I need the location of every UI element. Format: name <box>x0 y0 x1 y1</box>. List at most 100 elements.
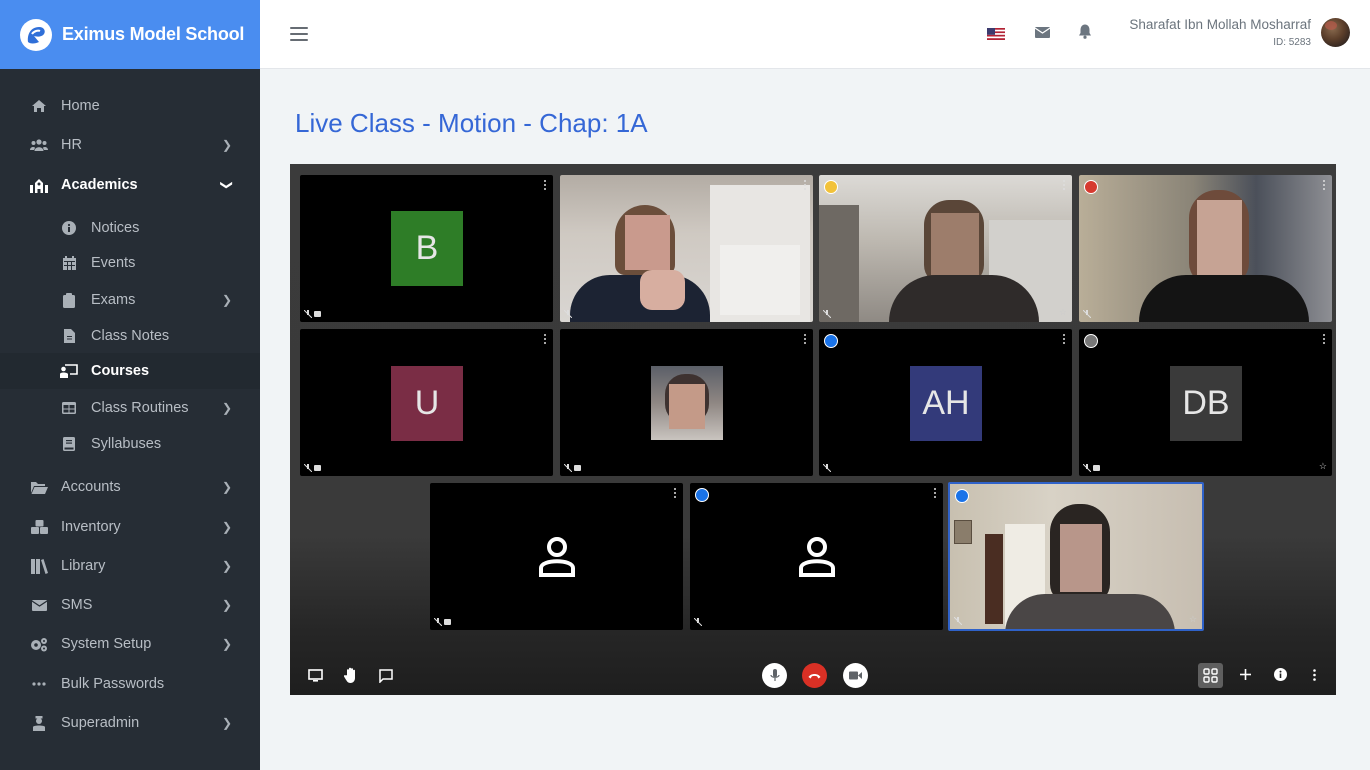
participant-tile[interactable]: U <box>300 329 553 476</box>
participant-video <box>560 175 813 322</box>
speaking-indicator-icon <box>824 334 838 348</box>
table-icon <box>60 400 78 416</box>
camera-off-icon <box>314 465 321 471</box>
add-participant-button[interactable] <box>1238 667 1253 682</box>
sidebar-item-system-setup[interactable]: System Setup ❯ <box>0 626 260 662</box>
microphone-icon <box>769 669 780 681</box>
more-vertical-icon <box>1312 668 1316 681</box>
more-options-icon[interactable] <box>674 488 677 498</box>
sidebar-item-exams[interactable]: Exams ❯ <box>0 282 260 318</box>
sidebar-item-label: Courses <box>91 363 150 379</box>
users-icon <box>30 137 48 153</box>
more-options-icon[interactable] <box>1063 180 1066 190</box>
sidebar-item-label: HR <box>61 137 82 153</box>
hang-up-button[interactable] <box>802 663 827 688</box>
participant-initials: U <box>391 366 463 441</box>
participant-video <box>819 175 1072 322</box>
more-options-button[interactable] <box>1309 667 1319 682</box>
participant-photo <box>651 366 723 440</box>
user-name[interactable]: Sharafat Ibn Mollah Mosharraf <box>1129 17 1311 32</box>
chevron-right-icon: ❯ <box>222 598 233 612</box>
mic-off-icon <box>823 464 831 472</box>
sidebar-item-label: Exams <box>91 292 136 308</box>
sidebar-item-accounts[interactable]: Accounts ❯ <box>0 469 260 505</box>
sidebar-item-label: System Setup <box>61 636 152 652</box>
menu-toggle-button[interactable] <box>290 27 308 41</box>
participant-tile[interactable] <box>560 329 813 476</box>
sidebar-item-home[interactable]: Home <box>0 88 260 124</box>
pin-icon[interactable]: ☆ <box>1059 307 1067 318</box>
sidebar-item-courses[interactable]: Courses <box>0 353 260 389</box>
envelope-icon <box>1034 27 1051 38</box>
calendar-icon <box>60 255 78 271</box>
pin-icon[interactable]: ☆ <box>1319 461 1327 472</box>
camera-off-icon <box>314 311 321 317</box>
chevron-right-icon: ❯ <box>222 716 233 730</box>
present-screen-button[interactable] <box>307 667 324 684</box>
sidebar-item-academics[interactable]: Academics ❯ <box>0 167 260 203</box>
sidebar-item-class-notes[interactable]: Class Notes <box>0 318 260 354</box>
messages-button[interactable] <box>1034 24 1053 42</box>
sidebar-item-superadmin[interactable]: Superadmin ❯ <box>0 705 260 741</box>
brand-header[interactable]: Eximus Model School <box>0 0 260 69</box>
more-options-icon[interactable] <box>934 488 937 498</box>
chat-button[interactable] <box>377 667 394 684</box>
participant-tile[interactable]: DB ☆ <box>1079 329 1332 476</box>
person-icon <box>798 536 835 577</box>
participant-tile-active-speaker[interactable]: ☆ <box>948 482 1204 631</box>
boxes-icon <box>30 519 48 535</box>
mic-off-icon <box>954 617 962 625</box>
participant-tile[interactable]: B <box>300 175 553 322</box>
sidebar-item-sms[interactable]: SMS ❯ <box>0 587 260 623</box>
participant-tile[interactable] <box>430 483 683 630</box>
more-options-icon[interactable] <box>804 334 807 344</box>
sidebar-item-class-routines[interactable]: Class Routines ❯ <box>0 390 260 426</box>
pin-icon[interactable]: ☆ <box>1189 614 1197 625</box>
raise-hand-button[interactable] <box>342 666 359 684</box>
participant-tile[interactable] <box>1079 175 1332 322</box>
microphone-button[interactable] <box>762 663 787 688</box>
sidebar-item-syllabuses[interactable]: Syllabuses <box>0 426 260 462</box>
add-icon <box>1240 669 1251 680</box>
user-avatar[interactable] <box>1321 18 1350 47</box>
participant-tile[interactable]: AH <box>819 329 1072 476</box>
chevron-right-icon: ❯ <box>222 480 233 494</box>
clipboard-icon <box>60 292 78 308</box>
participant-tile[interactable]: ☆ <box>819 175 1072 322</box>
camera-off-icon <box>574 465 581 471</box>
sidebar-item-notices[interactable]: Notices <box>0 210 260 246</box>
books-icon <box>30 558 48 574</box>
change-layout-button[interactable] <box>1198 663 1223 688</box>
mic-off-icon <box>434 618 442 626</box>
mic-off-icon <box>564 310 572 318</box>
participant-tile[interactable] <box>690 483 943 630</box>
user-tie-icon <box>30 715 48 731</box>
sidebar-item-bulk-passwords[interactable]: Bulk Passwords <box>0 666 260 702</box>
file-icon <box>60 328 78 344</box>
cogs-icon <box>30 636 48 652</box>
sidebar-item-inventory[interactable]: Inventory ❯ <box>0 509 260 545</box>
book-icon <box>60 436 78 452</box>
camera-button[interactable] <box>843 663 868 688</box>
meeting-info-button[interactable] <box>1273 667 1288 682</box>
mic-off-icon <box>1083 310 1091 318</box>
more-options-icon[interactable] <box>1323 334 1326 344</box>
language-flag-us-icon[interactable] <box>987 27 1005 40</box>
sidebar-item-label: Home <box>61 98 100 114</box>
sidebar-item-events[interactable]: Events <box>0 245 260 281</box>
sidebar-item-hr[interactable]: HR ❯ <box>0 127 260 163</box>
more-options-icon[interactable] <box>1323 180 1326 190</box>
notifications-button[interactable] <box>1078 24 1096 42</box>
sidebar-item-label: Events <box>91 255 136 271</box>
more-options-icon[interactable] <box>544 334 547 344</box>
sidebar-item-library[interactable]: Library ❯ <box>0 548 260 584</box>
participant-tile[interactable] <box>560 175 813 322</box>
chevron-right-icon: ❯ <box>222 293 233 307</box>
more-options-icon[interactable] <box>804 180 807 190</box>
more-options-icon[interactable] <box>1063 334 1066 344</box>
sidebar-item-label: Class Routines <box>91 400 189 416</box>
more-options-icon[interactable] <box>544 180 547 190</box>
speaking-indicator-icon <box>824 180 838 194</box>
school-icon <box>30 177 48 193</box>
mic-off-icon <box>304 464 312 472</box>
